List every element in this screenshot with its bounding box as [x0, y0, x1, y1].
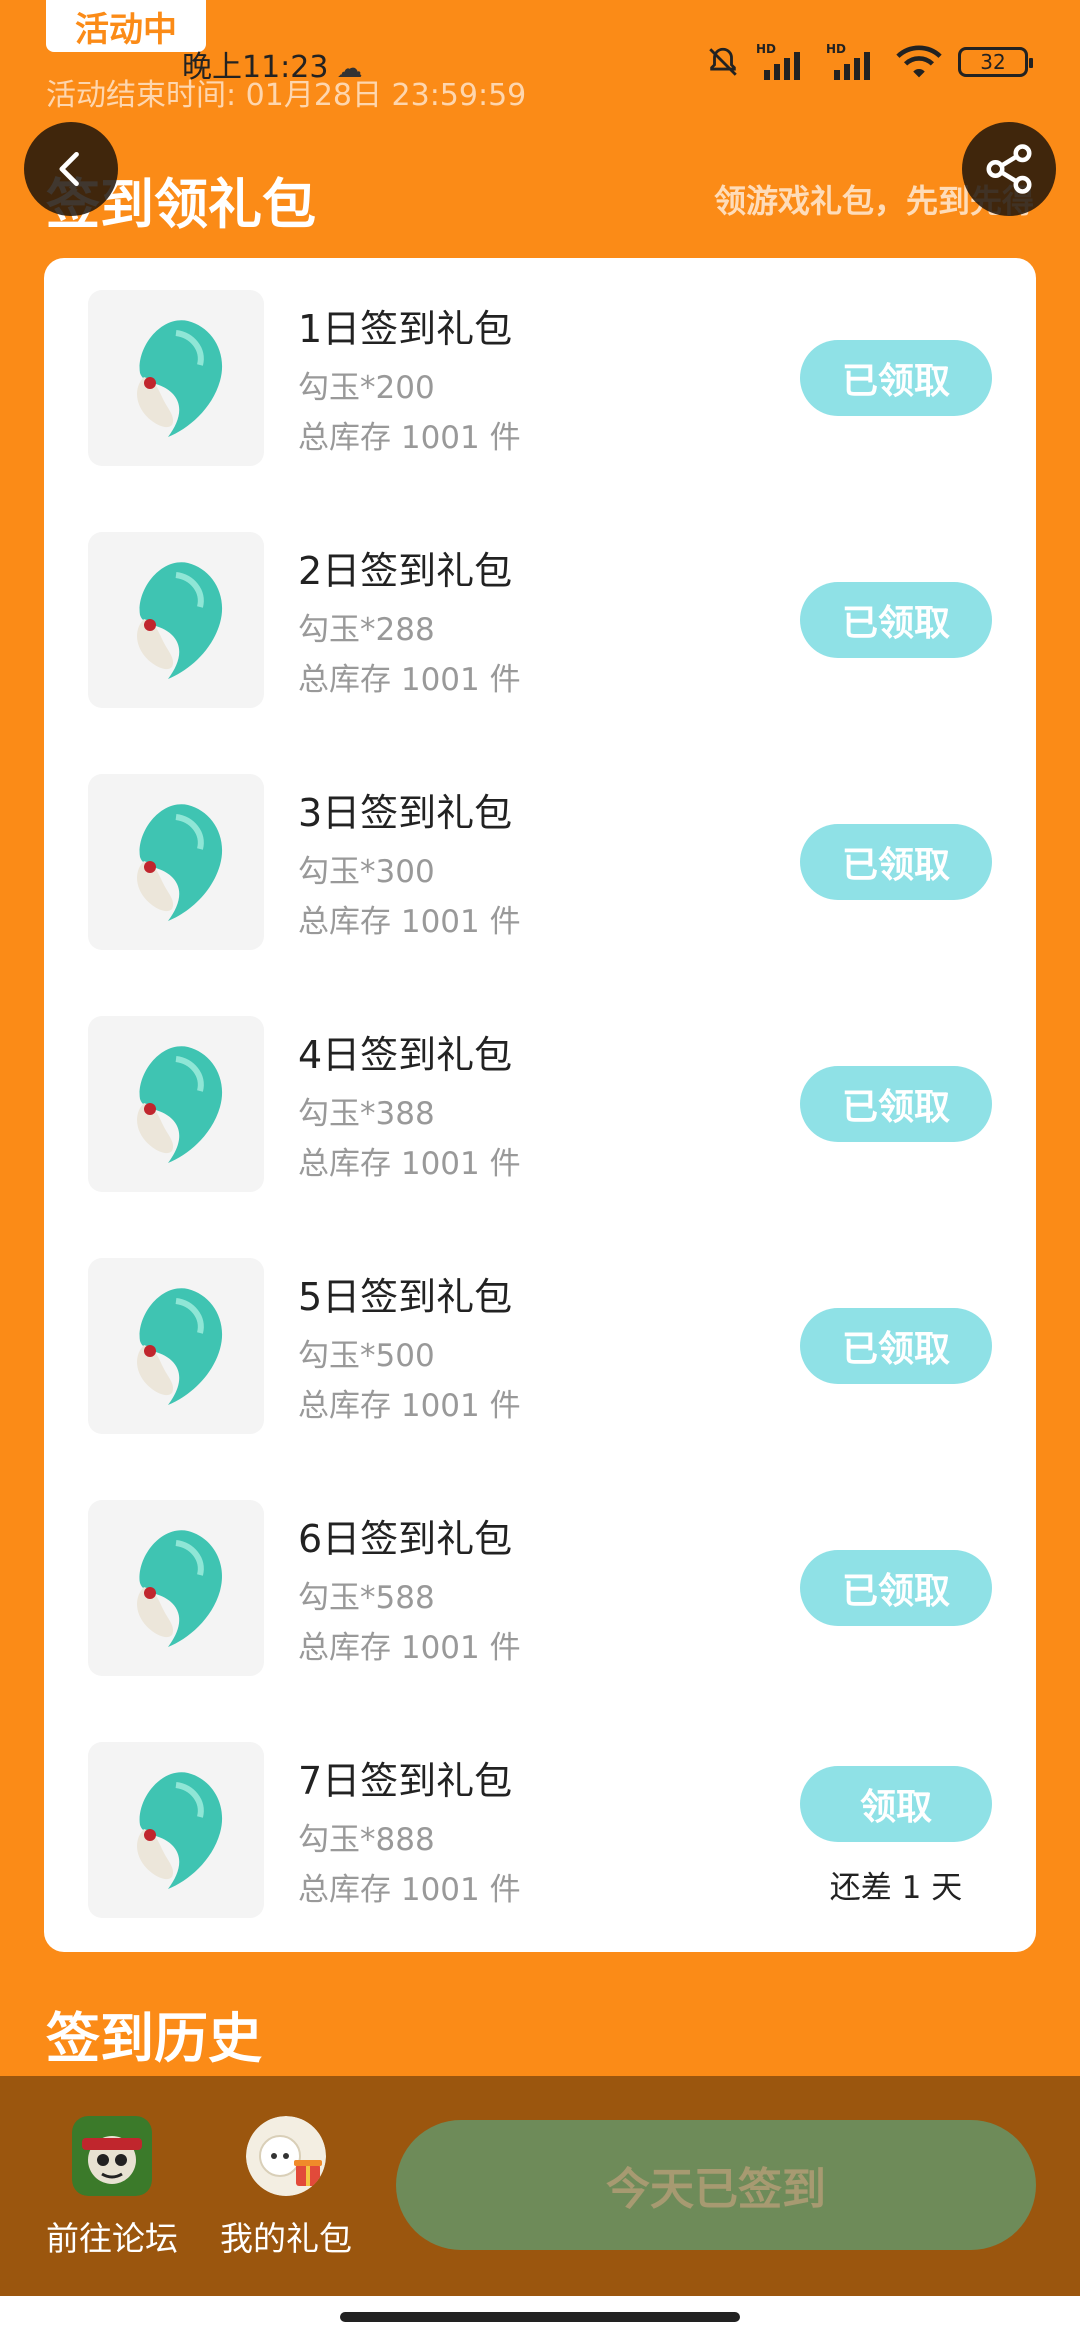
chevron-left-icon [59, 151, 79, 187]
claimed-button[interactable]: 已领取 [800, 340, 992, 416]
signed-today-button[interactable]: 今天已签到 [396, 2120, 1036, 2250]
status-icons: HD HD 32 [706, 42, 1033, 82]
activity-end-time: 活动结束时间: 01月28日 23:59:59 [46, 78, 527, 113]
wifi-icon [896, 45, 942, 78]
magatama-jade-icon [88, 1500, 264, 1676]
share-icon [986, 144, 1032, 194]
claimed-button[interactable]: 已领取 [800, 1308, 992, 1384]
magatama-jade-icon [88, 1016, 264, 1192]
gift-row: 3日签到礼包 勾玉*300 总库存 1001 件 已领取 [44, 774, 1036, 952]
gift-stock: 总库存 1001 件 [298, 1388, 521, 1424]
gift-list-card: 1日签到礼包 勾玉*200 总库存 1001 件 已领取 2日签到礼包 勾玉*2… [44, 258, 1036, 1952]
claimed-button[interactable]: 已领取 [800, 1550, 992, 1626]
signal-2-icon: HD [826, 42, 870, 80]
claimed-button[interactable]: 已领取 [800, 1066, 992, 1142]
gift-name: 3日签到礼包 [298, 791, 513, 835]
gift-stock: 总库存 1001 件 [298, 1872, 521, 1908]
share-button[interactable] [962, 122, 1056, 216]
gift-name: 6日签到礼包 [298, 1517, 513, 1561]
gift-stock: 总库存 1001 件 [298, 1146, 521, 1182]
days-remaining-note: 还差 1 天 [829, 1870, 963, 1906]
gift-stock: 总库存 1001 件 [298, 904, 521, 940]
gift-name: 2日签到礼包 [298, 549, 513, 593]
magatama-jade-icon [88, 1742, 264, 1918]
gift-quantity: 勾玉*888 [298, 1822, 435, 1858]
gift-name: 5日签到礼包 [298, 1275, 513, 1319]
my-gifts-label: 我的礼包 [220, 2219, 352, 2258]
gift-name: 4日签到礼包 [298, 1033, 513, 1077]
gift-stock: 总库存 1001 件 [298, 1630, 521, 1666]
gift-row: 6日签到礼包 勾玉*588 总库存 1001 件 已领取 [44, 1500, 1036, 1678]
gift-row: 1日签到礼包 勾玉*200 总库存 1001 件 已领取 [44, 290, 1036, 468]
gift-stock: 总库存 1001 件 [298, 662, 521, 698]
gift-quantity: 勾玉*200 [298, 370, 435, 406]
gift-row: 5日签到礼包 勾玉*500 总库存 1001 件 已领取 [44, 1258, 1036, 1436]
claim-button[interactable]: 领取 [800, 1766, 992, 1842]
gift-quantity: 勾玉*388 [298, 1096, 435, 1132]
gift-name: 1日签到礼包 [298, 307, 513, 351]
claimed-button[interactable]: 已领取 [800, 824, 992, 900]
gift-row: 2日签到礼包 勾玉*288 总库存 1001 件 已领取 [44, 532, 1036, 710]
back-button[interactable] [24, 122, 118, 216]
bottom-action-bar: 前往论坛 我的礼包 今天已签到 [0, 2076, 1080, 2296]
magatama-jade-icon [88, 290, 264, 466]
forum-nav-button[interactable]: 前往论坛 [22, 2116, 202, 2260]
gift-quantity: 勾玉*288 [298, 612, 435, 648]
svg-text:HD: HD [826, 42, 846, 56]
claimed-button[interactable]: 已领取 [800, 582, 992, 658]
magatama-jade-icon [88, 532, 264, 708]
my-gifts-nav-button[interactable]: 我的礼包 [196, 2116, 376, 2260]
forum-label: 前往论坛 [46, 2219, 178, 2258]
magatama-jade-icon [88, 774, 264, 950]
gift-quantity: 勾玉*300 [298, 854, 435, 890]
gift-row: 4日签到礼包 勾玉*388 总库存 1001 件 已领取 [44, 1016, 1036, 1194]
my-gifts-icon [246, 2116, 326, 2196]
gift-quantity: 勾玉*500 [298, 1338, 435, 1374]
signin-history-title: 签到历史 [46, 2007, 262, 2070]
gift-stock: 总库存 1001 件 [298, 420, 521, 456]
mute-bell-icon [709, 47, 737, 76]
battery-icon: 32 [958, 47, 1033, 77]
gift-name: 7日签到礼包 [298, 1759, 513, 1803]
forum-game-icon [72, 2116, 152, 2196]
svg-text:HD: HD [756, 42, 776, 56]
gift-row: 7日签到礼包 勾玉*888 总库存 1001 件 领取 还差 1 天 [44, 1742, 1036, 1920]
magatama-jade-icon [88, 1258, 264, 1434]
home-indicator[interactable] [340, 2312, 740, 2322]
gift-quantity: 勾玉*588 [298, 1580, 435, 1616]
signal-1-icon: HD [756, 42, 800, 80]
